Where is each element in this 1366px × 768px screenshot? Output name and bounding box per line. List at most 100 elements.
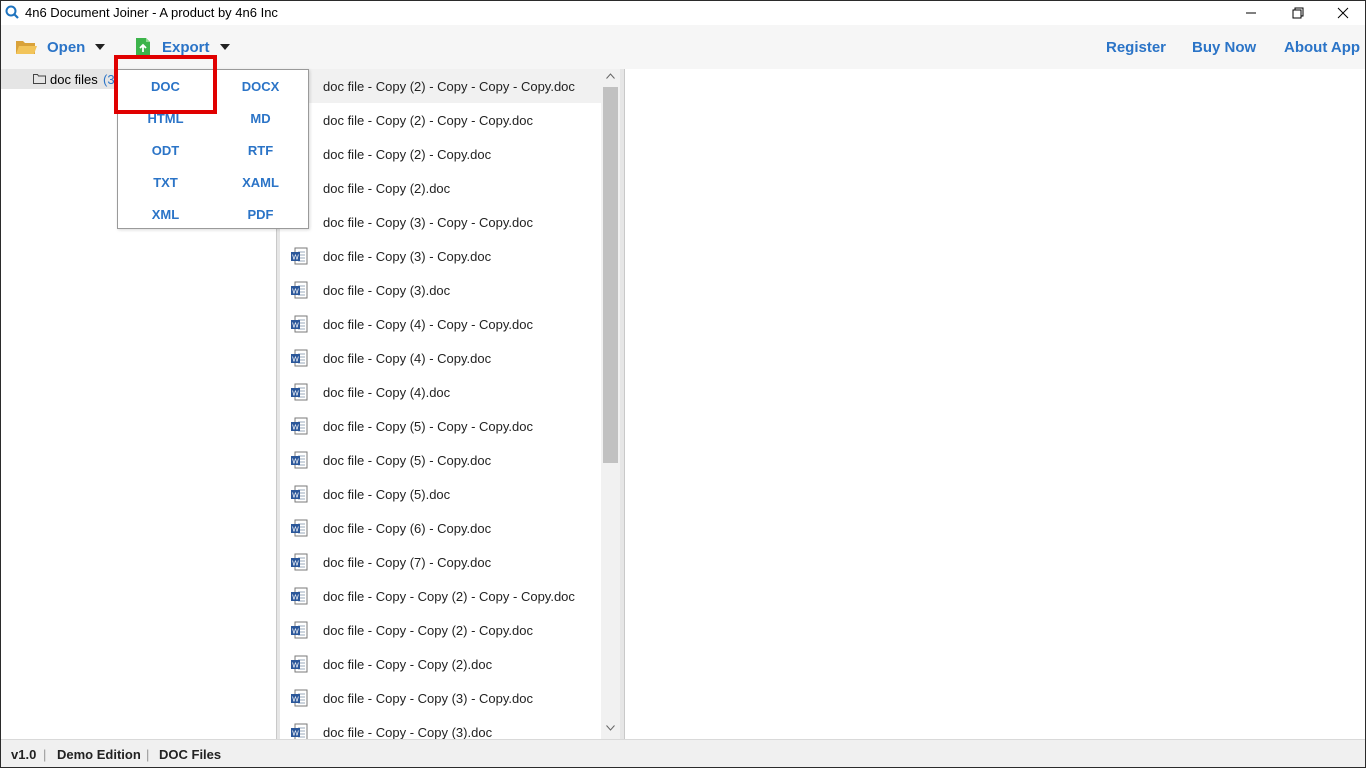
word-doc-icon: W xyxy=(291,485,308,503)
buy-now-link[interactable]: Buy Now xyxy=(1192,25,1256,69)
file-name: doc file - Copy - Copy (2) - Copy - Copy… xyxy=(323,589,575,604)
word-doc-icon: W xyxy=(291,281,308,299)
file-name: doc file - Copy (2) - Copy - Copy - Copy… xyxy=(323,79,575,94)
minimize-icon xyxy=(1246,12,1256,14)
file-list-scrollbar[interactable] xyxy=(601,69,620,739)
about-app-link[interactable]: About App xyxy=(1284,25,1360,69)
svg-text:W: W xyxy=(292,560,299,568)
file-list-item[interactable]: Wdoc file - Copy (4).doc xyxy=(280,375,601,409)
word-doc-icon: W xyxy=(291,689,308,707)
svg-text:W: W xyxy=(292,526,299,534)
file-list-item[interactable]: Wdoc file - Copy (5) - Copy.doc xyxy=(280,443,601,477)
svg-text:W: W xyxy=(292,628,299,636)
export-option-xml[interactable]: XML xyxy=(118,198,213,230)
status-bar: v1.0 | Demo Edition | DOC Files xyxy=(1,739,1365,767)
export-option-rtf[interactable]: RTF xyxy=(213,134,308,166)
file-name: doc file - Copy (2) - Copy - Copy.doc xyxy=(323,113,533,128)
file-list-item[interactable]: Wdoc file - Copy - Copy (2) - Copy - Cop… xyxy=(280,579,601,613)
svg-text:W: W xyxy=(292,730,299,738)
scroll-down-icon[interactable] xyxy=(606,725,615,731)
export-icon xyxy=(136,38,150,56)
word-doc-icon: W xyxy=(291,587,308,605)
svg-text:W: W xyxy=(292,356,299,364)
svg-text:W: W xyxy=(292,424,299,432)
restore-button[interactable] xyxy=(1275,1,1321,25)
file-list-item[interactable]: doc file - Copy (3) - Copy - Copy.doc xyxy=(280,205,601,239)
file-list-item[interactable]: Wdoc file - Copy - Copy (2) - Copy.doc xyxy=(280,613,601,647)
word-doc-icon: W xyxy=(291,519,308,537)
open-label: Open xyxy=(47,38,86,56)
file-list-item[interactable]: Wdoc file - Copy (4) - Copy.doc xyxy=(280,341,601,375)
highlight-box xyxy=(114,55,217,114)
file-name: doc file - Copy (4) - Copy - Copy.doc xyxy=(323,317,533,332)
file-name: doc file - Copy (3) - Copy - Copy.doc xyxy=(323,215,533,230)
register-link[interactable]: Register xyxy=(1106,25,1166,69)
word-doc-icon: W xyxy=(291,383,308,401)
export-option-odt[interactable]: ODT xyxy=(118,134,213,166)
export-option-md[interactable]: MD xyxy=(213,102,308,134)
app-window: 4n6 Document Joiner - A product by 4n6 I… xyxy=(0,0,1366,768)
open-button[interactable]: Open xyxy=(15,25,106,69)
file-name: doc file - Copy - Copy (3) - Copy.doc xyxy=(323,691,533,706)
file-name: doc file - Copy (5) - Copy - Copy.doc xyxy=(323,419,533,434)
file-list-item[interactable]: Wdoc file - Copy - Copy (3) - Copy.doc xyxy=(280,681,601,715)
svg-text:W: W xyxy=(292,594,299,602)
status-separator: | xyxy=(146,747,150,762)
export-option-xaml[interactable]: XAML xyxy=(213,166,308,198)
file-list-item[interactable]: Wdoc file - Copy (5) - Copy - Copy.doc xyxy=(280,409,601,443)
word-doc-icon: W xyxy=(291,655,308,673)
word-doc-icon: W xyxy=(291,247,308,265)
minimize-button[interactable] xyxy=(1228,1,1274,25)
file-name: doc file - Copy - Copy (3).doc xyxy=(323,725,493,739)
svg-text:W: W xyxy=(292,662,299,670)
file-name: doc file - Copy (6) - Copy.doc xyxy=(323,521,492,536)
export-dropdown-arrow-icon[interactable] xyxy=(219,44,230,50)
svg-text:W: W xyxy=(292,390,299,398)
file-name: doc file - Copy - Copy (2) - Copy.doc xyxy=(323,623,533,638)
title-bar: 4n6 Document Joiner - A product by 4n6 I… xyxy=(1,1,1365,25)
export-option-docx[interactable]: DOCX xyxy=(213,70,308,102)
file-name: doc file - Copy (2).doc xyxy=(323,181,451,196)
file-list-item[interactable]: Wdoc file - Copy (5).doc xyxy=(280,477,601,511)
file-list-item[interactable]: doc file - Copy (2).doc xyxy=(280,171,601,205)
close-icon xyxy=(1337,7,1349,19)
file-list-item[interactable]: doc file - Copy (2) - Copy.doc xyxy=(280,137,601,171)
file-name: doc file - Copy (4) - Copy.doc xyxy=(323,351,492,366)
file-list-item[interactable]: Wdoc file - Copy (3) - Copy.doc xyxy=(280,239,601,273)
file-list-item[interactable]: doc file - Copy (2) - Copy - Copy - Copy… xyxy=(280,69,601,103)
file-name: doc file - Copy (2) - Copy.doc xyxy=(323,147,492,162)
word-doc-icon: W xyxy=(291,553,308,571)
window-title: 4n6 Document Joiner - A product by 4n6 I… xyxy=(25,5,278,20)
open-dropdown-arrow-icon[interactable] xyxy=(95,44,106,50)
app-search-icon xyxy=(5,5,19,19)
restore-icon xyxy=(1292,7,1304,19)
scrollbar-thumb[interactable] xyxy=(603,87,618,463)
svg-text:W: W xyxy=(292,322,299,330)
version-label: v1.0 xyxy=(11,747,37,762)
svg-text:W: W xyxy=(292,696,299,704)
mode-label: DOC Files xyxy=(159,747,222,762)
file-list-item[interactable]: Wdoc file - Copy - Copy (3).doc xyxy=(280,715,601,739)
open-folder-icon xyxy=(16,41,37,54)
word-doc-icon: W xyxy=(291,349,308,367)
svg-text:W: W xyxy=(292,458,299,466)
svg-text:W: W xyxy=(292,288,299,296)
scroll-up-icon[interactable] xyxy=(606,73,615,79)
file-list-item[interactable]: Wdoc file - Copy (7) - Copy.doc xyxy=(280,545,601,579)
file-list-item[interactable]: Wdoc file - Copy - Copy (2).doc xyxy=(280,647,601,681)
export-option-pdf[interactable]: PDF xyxy=(213,198,308,230)
file-name: doc file - Copy - Copy (2).doc xyxy=(323,657,493,672)
status-separator: | xyxy=(43,747,47,762)
file-list-item[interactable]: Wdoc file - Copy (6) - Copy.doc xyxy=(280,511,601,545)
svg-text:W: W xyxy=(292,492,299,500)
close-button[interactable] xyxy=(1320,1,1365,25)
file-name: doc file - Copy (4).doc xyxy=(323,385,451,400)
file-list-item[interactable]: Wdoc file - Copy (4) - Copy - Copy.doc xyxy=(280,307,601,341)
file-list-item[interactable]: Wdoc file - Copy (3).doc xyxy=(280,273,601,307)
word-doc-icon: W xyxy=(291,723,308,739)
folder-icon xyxy=(33,74,46,84)
file-list: doc file - Copy (2) - Copy - Copy - Copy… xyxy=(280,69,601,739)
file-name: doc file - Copy (3).doc xyxy=(323,283,451,298)
export-option-txt[interactable]: TXT xyxy=(118,166,213,198)
file-list-item[interactable]: doc file - Copy (2) - Copy - Copy.doc xyxy=(280,103,601,137)
